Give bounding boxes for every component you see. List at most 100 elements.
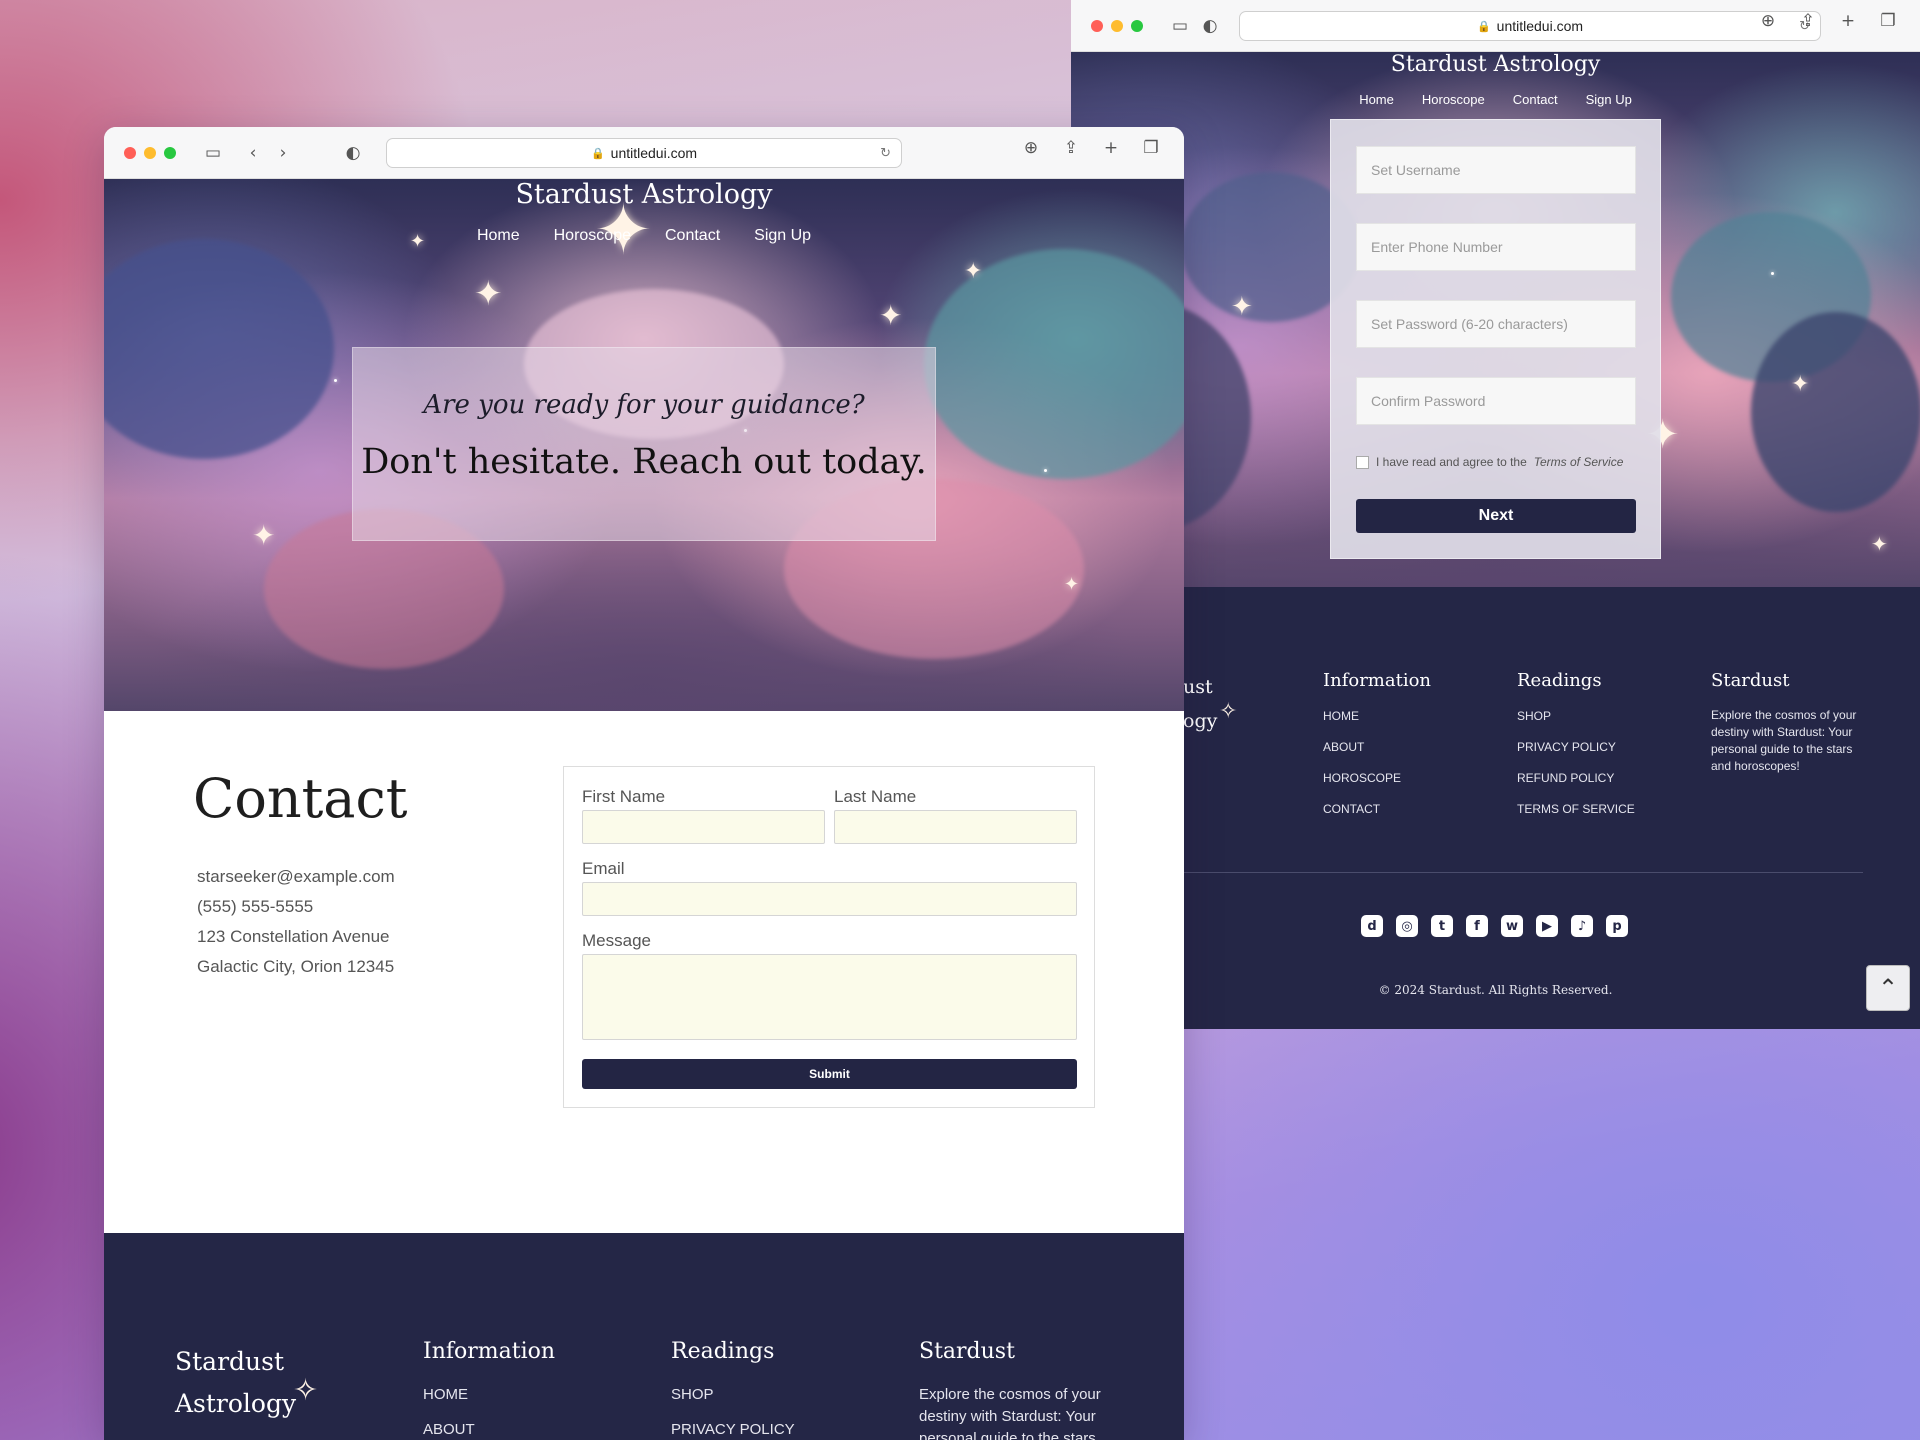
minimize-window-button[interactable]: [1111, 19, 1123, 32]
cloud: [924, 249, 1184, 479]
footer-link-horoscope[interactable]: HOROSCOPE: [1323, 771, 1401, 785]
phone-field[interactable]: Enter Phone Number: [1356, 223, 1636, 271]
footer-link-home[interactable]: HOME: [423, 1386, 468, 1403]
tabs-overview-icon[interactable]: ❐: [1136, 138, 1166, 158]
contact-info: starseeker@example.com (555) 555-5555 12…: [197, 862, 395, 982]
sparkles-icon: ✧: [1219, 699, 1238, 724]
contact-phone[interactable]: (555) 555-5555: [197, 892, 395, 922]
lock-icon: 🔒: [1476, 20, 1491, 33]
footer-link-home[interactable]: HOME: [1323, 709, 1359, 723]
browser-toolbar: ▭ ‹ › ◐ 🔒 untitledui.com ↻ ⊕ ⇪ + ❐: [104, 127, 1184, 179]
site-nav: Home Horoscope Contact Sign Up: [1071, 92, 1920, 107]
reload-icon[interactable]: ↻: [880, 146, 891, 161]
password-field[interactable]: Set Password (6-20 characters): [1356, 300, 1636, 348]
contact-hero-background: ✦ ✦ ✦ ✦ ✦ ✦ ✦ Stardust Astrology Home Ho…: [104, 179, 1184, 711]
nav-horoscope[interactable]: Horoscope: [554, 227, 631, 245]
message-label: Message: [582, 931, 651, 950]
share-icon[interactable]: ⇪: [1056, 138, 1086, 158]
footer-link-privacy[interactable]: PRIVACY POLICY: [1517, 740, 1616, 754]
footer-about-heading: Stardust: [919, 1339, 1015, 1364]
new-tab-icon[interactable]: +: [1096, 138, 1126, 158]
last-name-input[interactable]: [834, 810, 1077, 844]
next-button[interactable]: Next: [1356, 499, 1636, 533]
scroll-to-top-button[interactable]: ⌃: [1866, 965, 1910, 1011]
username-field[interactable]: Set Username: [1356, 146, 1636, 194]
close-window-button[interactable]: [1091, 19, 1103, 32]
address-bar[interactable]: 🔒 untitledui.com ↻: [386, 138, 902, 168]
nav-home[interactable]: Home: [1359, 92, 1394, 107]
last-name-label: Last Name: [834, 787, 917, 806]
browser-toolbar: ▭ ◐ 🔒 untitledui.com ↻ ⊕ ⇪ + ❐: [1071, 0, 1920, 52]
terms-of-service-link[interactable]: Terms of Service: [1534, 455, 1624, 469]
sidebar-icon[interactable]: ▭: [198, 143, 228, 163]
site-nav: Home Horoscope Contact Sign Up: [104, 227, 1184, 245]
share-icon[interactable]: ⇪: [1793, 11, 1823, 31]
twitter-icon[interactable]: t: [1431, 915, 1453, 937]
signup-card: Set Username Enter Phone Number Set Pass…: [1330, 119, 1661, 559]
footer-readings-heading: Readings: [1517, 670, 1602, 691]
footer-brand-line1: ust: [1183, 676, 1213, 698]
nav-sign-up[interactable]: Sign Up: [1586, 92, 1632, 107]
terms-agreement: I have read and agree to the Terms of Se…: [1356, 455, 1623, 469]
cloud: [1751, 312, 1920, 512]
back-browser-window: ▭ ◐ 🔒 untitledui.com ↻ ⊕ ⇪ + ❐ ✦ ✦ ✦ ✦ ✦…: [1071, 0, 1920, 1029]
footer-link-privacy[interactable]: PRIVACY POLICY: [671, 1421, 795, 1438]
site-brand[interactable]: Stardust Astrology: [1071, 52, 1920, 77]
minimize-window-button[interactable]: [144, 146, 156, 159]
zoom-window-button[interactable]: [164, 146, 176, 159]
site-brand[interactable]: Stardust Astrology: [104, 179, 1184, 210]
nav-contact[interactable]: Contact: [1513, 92, 1558, 107]
footer-link-shop[interactable]: SHOP: [1517, 709, 1551, 723]
download-icon[interactable]: ⊕: [1753, 11, 1783, 31]
discord-icon[interactable]: d: [1361, 915, 1383, 937]
sparkles-icon: ✧: [293, 1373, 319, 1408]
zoom-window-button[interactable]: [1131, 19, 1143, 32]
nav-contact[interactable]: Contact: [665, 227, 720, 245]
signup-hero-background: ✦ ✦ ✦ ✦ ✦ Stardust Astrology Home Horosc…: [1071, 52, 1920, 587]
star-dot: [1771, 272, 1774, 275]
contact-address-line2: Galactic City, Orion 12345: [197, 957, 395, 976]
footer-link-terms[interactable]: TERMS OF SERVICE: [1517, 802, 1635, 816]
contact-address-line1: 123 Constellation Avenue: [197, 927, 390, 946]
nav-home[interactable]: Home: [477, 227, 520, 245]
address-bar-url: untitledui.com: [1496, 18, 1584, 34]
hero-question: Are you ready for your guidance?: [423, 390, 865, 420]
whatsapp-icon[interactable]: w: [1501, 915, 1523, 937]
confirm-password-field[interactable]: Confirm Password: [1356, 377, 1636, 425]
download-icon[interactable]: ⊕: [1016, 138, 1046, 158]
sidebar-icon[interactable]: ▭: [1165, 16, 1195, 36]
footer-about-heading: Stardust: [1711, 670, 1790, 691]
footer-link-shop[interactable]: SHOP: [671, 1386, 714, 1403]
terms-checkbox[interactable]: [1356, 455, 1369, 469]
submit-button[interactable]: Submit: [582, 1059, 1077, 1089]
youtube-icon[interactable]: ▶: [1536, 915, 1558, 937]
window-controls: [124, 146, 176, 159]
instagram-icon[interactable]: ◎: [1396, 915, 1418, 937]
privacy-shield-icon[interactable]: ◐: [1195, 16, 1225, 36]
footer-divider: [1183, 872, 1863, 873]
footer-about-text: Explore the cosmos of your destiny with …: [1711, 708, 1857, 773]
footer-link-about[interactable]: ABOUT: [423, 1421, 475, 1438]
nav-sign-up[interactable]: Sign Up: [754, 227, 811, 245]
privacy-shield-icon[interactable]: ◐: [338, 143, 368, 163]
facebook-icon[interactable]: f: [1466, 915, 1488, 937]
address-bar[interactable]: 🔒 untitledui.com ↻: [1239, 11, 1821, 41]
forward-arrow-icon[interactable]: ›: [268, 143, 298, 163]
email-input[interactable]: [582, 882, 1077, 916]
contact-email[interactable]: starseeker@example.com: [197, 862, 395, 892]
message-textarea[interactable]: [582, 954, 1077, 1040]
pinterest-icon[interactable]: p: [1606, 915, 1628, 937]
first-name-input[interactable]: [582, 810, 825, 844]
first-name-label: First Name: [582, 787, 666, 806]
tabs-overview-icon[interactable]: ❐: [1873, 11, 1903, 31]
close-window-button[interactable]: [124, 146, 136, 159]
footer-link-about[interactable]: ABOUT: [1323, 740, 1364, 754]
tiktok-icon[interactable]: ♪: [1571, 915, 1593, 937]
footer-link-contact[interactable]: CONTACT: [1323, 802, 1380, 816]
address-bar-url: untitledui.com: [610, 145, 698, 161]
new-tab-icon[interactable]: +: [1833, 11, 1863, 31]
footer-link-refund[interactable]: REFUND POLICY: [1517, 771, 1614, 785]
nav-horoscope[interactable]: Horoscope: [1422, 92, 1485, 107]
back-arrow-icon[interactable]: ‹: [238, 143, 268, 163]
footer-brand-line2: ogy: [1183, 710, 1218, 732]
